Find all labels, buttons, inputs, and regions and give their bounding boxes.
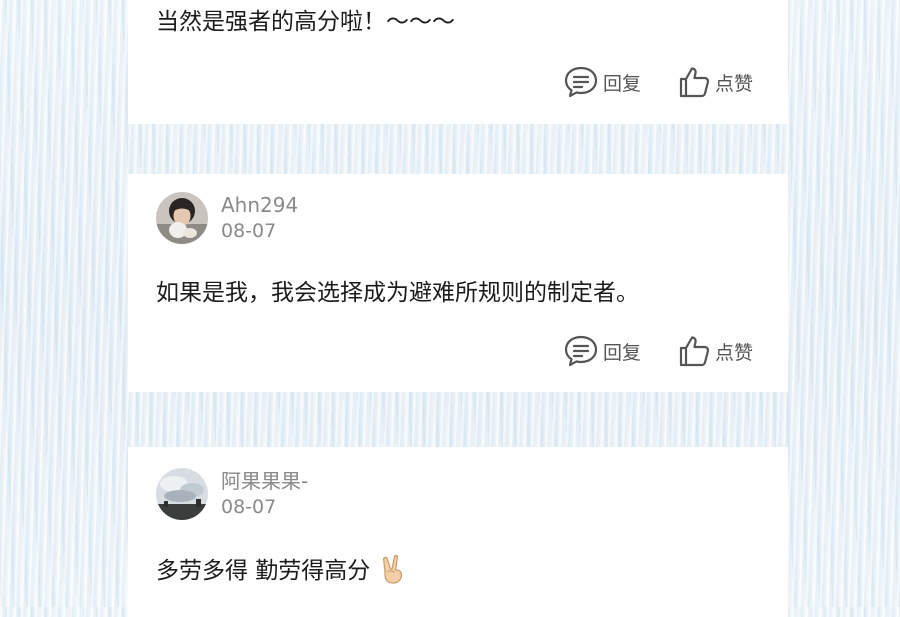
- comment-text: 如果是我，我会选择成为避难所规则的制定者。: [156, 280, 639, 306]
- comment-actions: 回复 点赞: [563, 64, 753, 100]
- comment-date: 08-07: [221, 220, 277, 242]
- thumbs-up-icon: [679, 336, 710, 367]
- comment-author: Ahn294 08-07: [156, 192, 298, 244]
- reply-button[interactable]: 回复: [563, 334, 641, 368]
- like-label: 点赞: [715, 72, 754, 95]
- username[interactable]: 阿果果果-: [221, 468, 308, 494]
- reply-label: 回复: [603, 72, 642, 95]
- comment-bubble-icon: [564, 335, 598, 367]
- author-meta: Ahn294 08-07: [221, 192, 298, 244]
- author-meta: 阿果果果- 08-07: [221, 468, 308, 520]
- comment-bubble-icon: [564, 66, 598, 98]
- avatar[interactable]: [156, 468, 208, 520]
- like-label: 点赞: [715, 341, 754, 364]
- comment-text-body: 多劳多得 勤劳得高分: [156, 558, 371, 584]
- reply-label: 回复: [603, 341, 642, 364]
- comment-card: 阿果果果- 08-07 多劳多得 勤劳得高分: [128, 447, 788, 617]
- reply-button[interactable]: 回复: [563, 65, 641, 99]
- like-button[interactable]: 点赞: [677, 65, 753, 99]
- comment-text: 多劳多得 勤劳得高分: [156, 554, 406, 587]
- victory-hand-icon: [382, 554, 402, 584]
- comment-actions: 回复 点赞: [563, 333, 753, 369]
- thumbs-up-icon: [679, 67, 710, 98]
- comment-author: 阿果果果- 08-07: [156, 468, 308, 520]
- comment-card: Ahn294 08-07 如果是我，我会选择成为避难所规则的制定者。 回复 点赞: [128, 174, 788, 392]
- comment-date: 08-07: [221, 496, 277, 518]
- comment-text: 当然是强者的高分啦！～～～: [156, 9, 455, 35]
- comment-card: 当然是强者的高分啦！～～～ 回复 点赞: [128, 0, 788, 124]
- username[interactable]: Ahn294: [221, 192, 298, 218]
- like-button[interactable]: 点赞: [677, 334, 753, 368]
- avatar[interactable]: [156, 192, 208, 244]
